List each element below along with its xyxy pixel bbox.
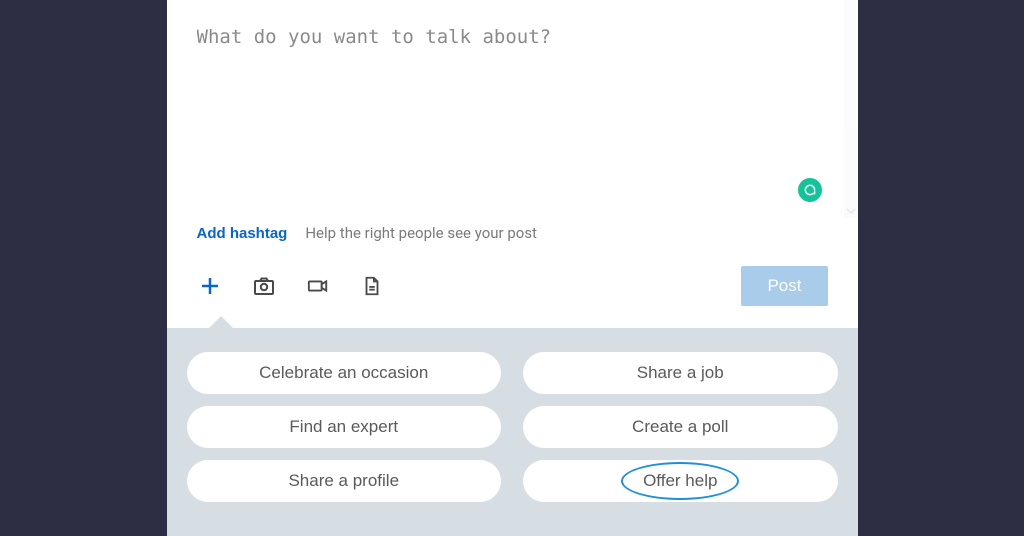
suggestion-find-expert[interactable]: Find an expert bbox=[187, 406, 502, 448]
plus-icon[interactable] bbox=[197, 273, 223, 299]
add-hashtag-button[interactable]: Add hashtag bbox=[197, 225, 288, 242]
document-icon[interactable] bbox=[359, 273, 385, 299]
suggestion-share-job[interactable]: Share a job bbox=[523, 352, 838, 394]
suggestion-label: Find an expert bbox=[289, 417, 398, 436]
suggestion-celebrate[interactable]: Celebrate an occasion bbox=[187, 352, 502, 394]
scrollbar-track[interactable] bbox=[844, 0, 858, 218]
suggestion-grid: Celebrate an occasion Share a job Find a… bbox=[187, 352, 838, 502]
grammarly-icon[interactable] bbox=[798, 178, 822, 202]
hashtag-hint: Help the right people see your post bbox=[305, 224, 537, 242]
scroll-down-icon bbox=[846, 206, 856, 216]
suggestion-create-poll[interactable]: Create a poll bbox=[523, 406, 838, 448]
suggestion-label: Create a poll bbox=[632, 417, 728, 436]
suggestion-offer-help[interactable]: Offer help bbox=[523, 460, 838, 502]
suggestion-panel: Celebrate an occasion Share a job Find a… bbox=[167, 328, 858, 536]
suggestion-label: Offer help bbox=[643, 471, 717, 490]
suggestion-share-profile[interactable]: Share a profile bbox=[187, 460, 502, 502]
toolbar-icons bbox=[197, 273, 385, 299]
post-button[interactable]: Post bbox=[741, 266, 827, 306]
suggestion-label: Share a profile bbox=[288, 471, 399, 490]
video-icon[interactable] bbox=[305, 273, 331, 299]
suggestion-label: Celebrate an occasion bbox=[259, 363, 428, 382]
hashtag-row: Add hashtag Help the right people see yo… bbox=[167, 218, 858, 260]
toolbar: Post bbox=[167, 260, 858, 328]
compose-area bbox=[167, 0, 858, 218]
suggestion-label: Share a job bbox=[637, 363, 724, 382]
compose-textarea[interactable] bbox=[197, 24, 828, 194]
create-post-modal: Add hashtag Help the right people see yo… bbox=[167, 0, 858, 536]
camera-icon[interactable] bbox=[251, 273, 277, 299]
